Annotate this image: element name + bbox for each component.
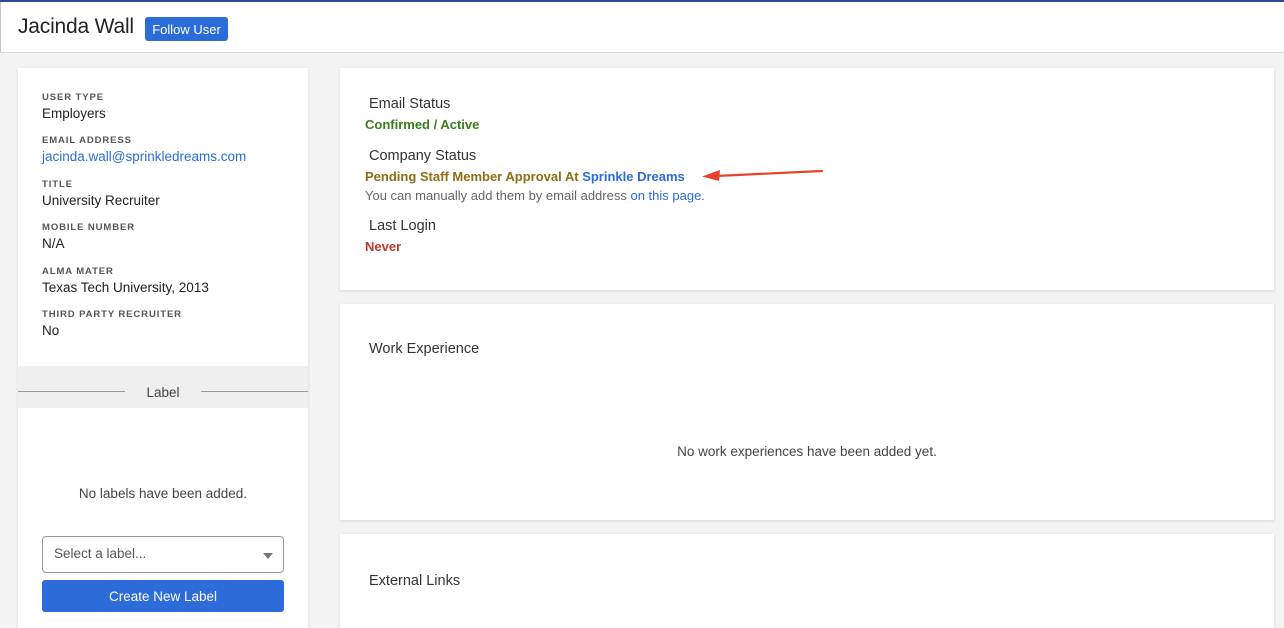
title-value: University Recruiter bbox=[42, 193, 160, 208]
mobile-number-value: N/A bbox=[42, 236, 65, 251]
third-party-recruiter-label: THIRD PARTY RECRUITER bbox=[42, 309, 182, 320]
company-status-title: Company Status bbox=[369, 148, 477, 164]
email-status-title: Email Status bbox=[369, 96, 451, 112]
chevron-down-icon bbox=[263, 553, 273, 559]
no-labels-message: No labels have been added. bbox=[78, 486, 248, 501]
work-experience-title: Work Experience bbox=[369, 341, 480, 357]
company-status-hint: You can manually add them by email addre… bbox=[365, 188, 705, 203]
work-experience-card: Work Experience No work experiences have… bbox=[340, 304, 1274, 520]
external-links-card: External Links bbox=[340, 534, 1274, 628]
follow-user-button[interactable]: Follow User bbox=[145, 17, 228, 41]
email-status-value: Confirmed / Active bbox=[365, 117, 480, 132]
third-party-recruiter-value: No bbox=[42, 323, 60, 338]
user-type-value: Employers bbox=[42, 106, 106, 121]
label-section-header: Label bbox=[18, 366, 308, 408]
annotation-arrow-icon bbox=[702, 169, 824, 181]
label-select-placeholder: Select a label... bbox=[54, 546, 147, 561]
email-address-link[interactable]: jacinda.wall@sprinkledreams.com bbox=[42, 149, 246, 164]
label-select[interactable]: Select a label... bbox=[42, 536, 284, 573]
create-new-label-button[interactable]: Create New Label bbox=[42, 580, 284, 612]
company-name-link[interactable]: Sprinkle Dreams bbox=[582, 169, 685, 184]
label-heading: Label bbox=[140, 385, 186, 400]
company-status-text: Pending Staff Member Approval At bbox=[365, 169, 579, 184]
email-address-label: EMAIL ADDRESS bbox=[42, 135, 132, 146]
no-work-experience-message: No work experiences have been added yet. bbox=[677, 444, 937, 459]
alma-mater-value: Texas Tech University, 2013 bbox=[42, 280, 209, 295]
on-this-page-link[interactable]: on this page. bbox=[630, 188, 704, 203]
profile-sidebar: USER TYPE Employers EMAIL ADDRESS jacind… bbox=[18, 68, 308, 628]
mobile-number-label: MOBILE NUMBER bbox=[42, 222, 135, 233]
alma-mater-label: ALMA MATER bbox=[42, 266, 114, 277]
page-header: Jacinda Wall Follow User bbox=[0, 2, 1284, 53]
external-links-title: External Links bbox=[369, 573, 461, 589]
company-hint-text: You can manually add them by email addre… bbox=[365, 188, 627, 203]
page-title: Jacinda Wall bbox=[18, 15, 134, 38]
last-login-title: Last Login bbox=[369, 218, 436, 234]
company-status-value: Pending Staff Member Approval At Sprinkl… bbox=[365, 169, 685, 184]
user-type-label: USER TYPE bbox=[42, 92, 104, 103]
title-label: TITLE bbox=[42, 179, 73, 190]
last-login-value: Never bbox=[365, 239, 402, 254]
